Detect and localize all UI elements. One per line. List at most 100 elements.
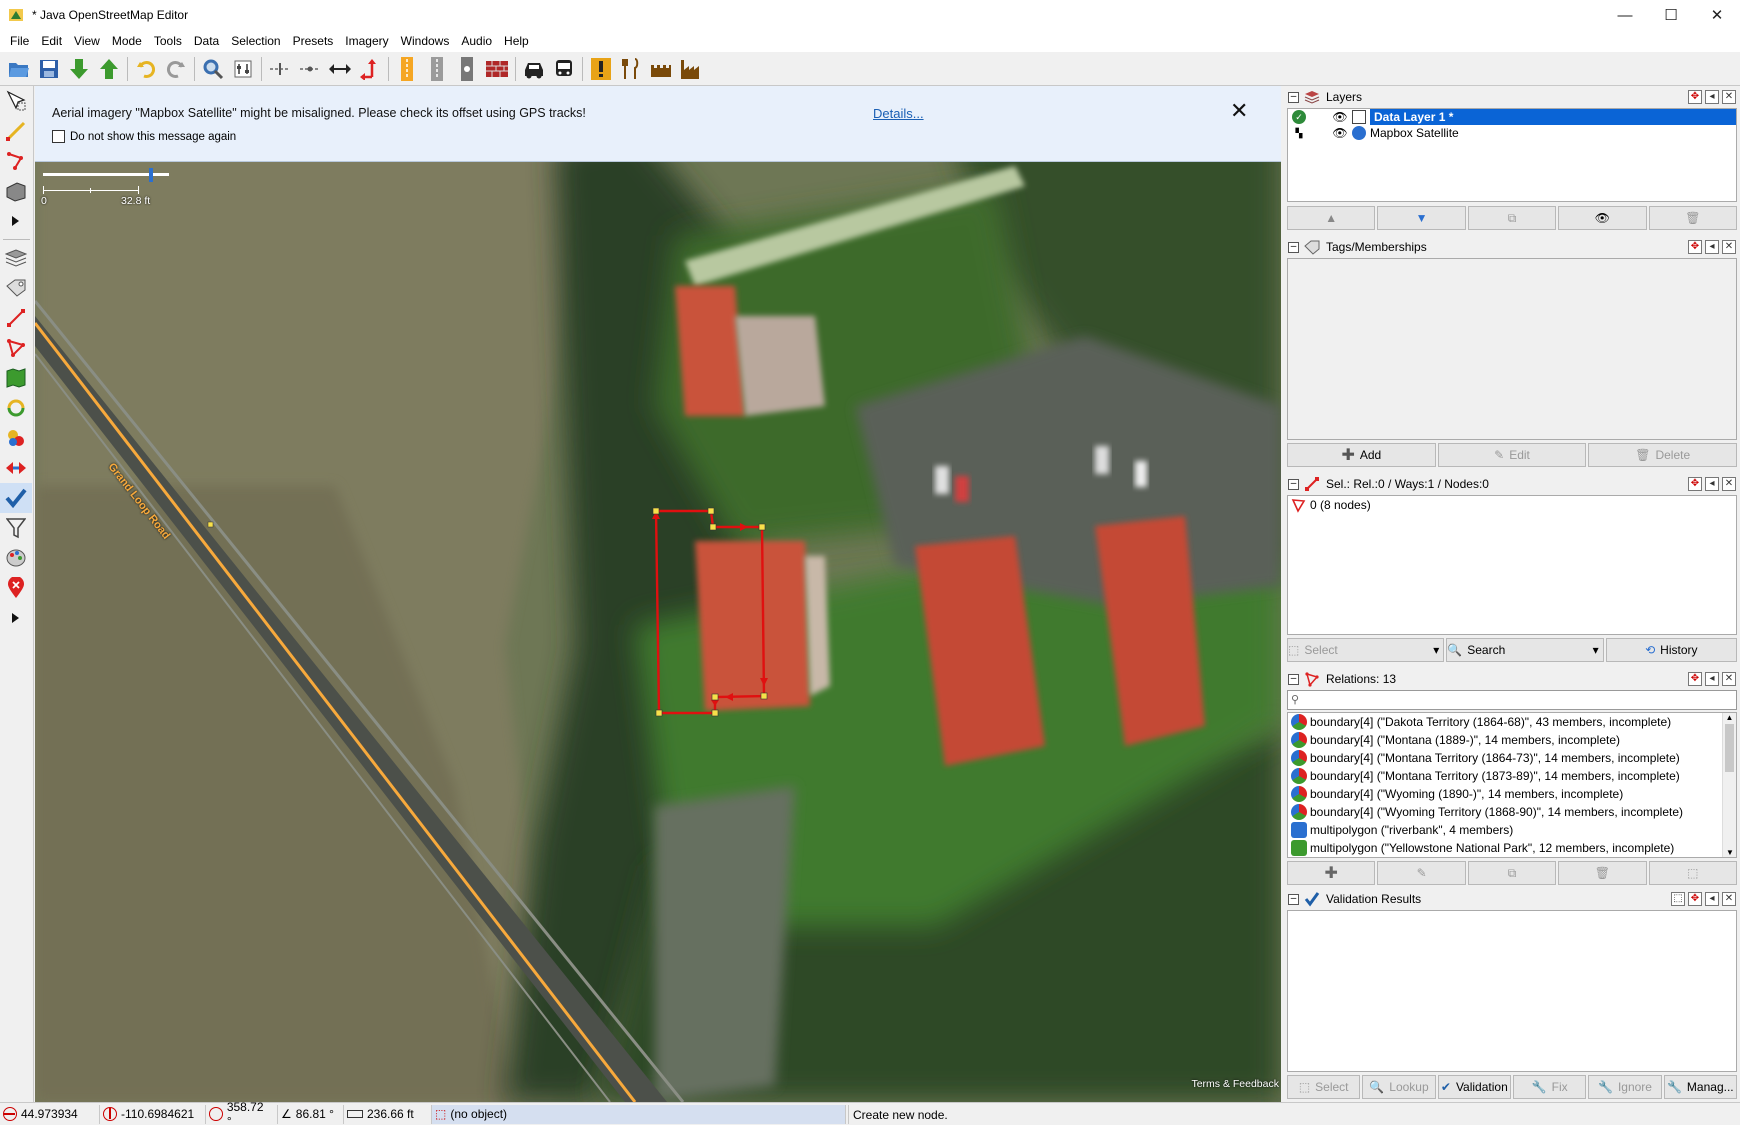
relation-row[interactable]: boundary[4] ("Montana Territory (1864-73… (1288, 749, 1736, 767)
menu-file[interactable]: File (4, 30, 35, 52)
upload-icon[interactable] (94, 54, 124, 84)
zoom-icon[interactable] (198, 54, 228, 84)
toggle-notes-icon[interactable] (0, 573, 32, 603)
add-tag-button[interactable]: ✚ Add (1287, 443, 1436, 467)
select-relation-icon[interactable]: ⬚ (1648, 861, 1738, 885)
ignore-button[interactable]: 🔧 Ignore (1588, 1075, 1662, 1099)
delete-relation-icon[interactable]: 🗑 (1558, 861, 1647, 885)
minimize-dialog-icon[interactable]: ◂ (1705, 672, 1719, 686)
preset-bus-icon[interactable] (549, 54, 579, 84)
save-icon[interactable] (34, 54, 64, 84)
menu-mode[interactable]: Mode (106, 30, 148, 52)
visibility-eye-icon[interactable]: 👁 (1332, 126, 1348, 140)
satellite-imagery[interactable] (35, 86, 1281, 1102)
detach-icon[interactable]: ✥ (1688, 90, 1702, 104)
close-dialog-icon[interactable]: ✕ (1722, 90, 1736, 104)
history-button[interactable]: ⟲ History (1605, 638, 1737, 662)
expand-modes-icon[interactable] (0, 206, 32, 236)
menu-tools[interactable]: Tools (148, 30, 188, 52)
details-link[interactable]: Details... (873, 106, 924, 121)
combine-way-icon[interactable] (295, 54, 325, 84)
relation-row[interactable]: boundary[4] ("Wyoming Territory (1868-90… (1288, 803, 1736, 821)
relation-row[interactable]: boundary[4] ("Montana (1889-)", 14 membe… (1288, 731, 1736, 749)
layer-name-mapbox[interactable]: Mapbox Satellite (1370, 126, 1459, 140)
preset-path-icon[interactable] (452, 54, 482, 84)
preset-highway-icon[interactable] (392, 54, 422, 84)
collapse-icon[interactable]: – (1288, 893, 1299, 905)
preset-historic-icon[interactable] (646, 54, 676, 84)
select-button[interactable]: ⬚ Select ▾ (1287, 638, 1445, 662)
menu-audio[interactable]: Audio (455, 30, 498, 52)
toggle-map-paint-icon[interactable] (0, 363, 32, 393)
delete-layer-icon[interactable]: 🗑 (1648, 206, 1738, 230)
validation-title-bar[interactable]: – Validation Results ⬚ ✥ ◂ ✕ (1284, 888, 1740, 910)
select-mode-icon[interactable] (0, 86, 32, 116)
close-dialog-icon[interactable]: ✕ (1722, 477, 1736, 491)
layer-row-mapbox[interactable]: ▚ 👁 Mapbox Satellite (1288, 125, 1736, 141)
notice-close-button[interactable]: ✕ (1230, 100, 1248, 122)
draw-mode-icon[interactable] (0, 116, 32, 146)
open-file-icon[interactable] (4, 54, 34, 84)
collapse-icon[interactable]: – (1288, 241, 1299, 253)
menu-windows[interactable]: Windows (395, 30, 456, 52)
preset-wall-icon[interactable] (482, 54, 512, 84)
undo-icon[interactable] (131, 54, 161, 84)
close-dialog-icon[interactable]: ✕ (1722, 240, 1736, 254)
toggle-styles-icon[interactable] (0, 543, 32, 573)
zoom-slider[interactable] (43, 168, 169, 182)
delete-tag-button[interactable]: 🗑 Delete (1588, 443, 1738, 467)
lookup-button[interactable]: 🔍 Lookup (1362, 1075, 1436, 1099)
manage-button[interactable]: 🔧 Manag... (1663, 1075, 1737, 1099)
toggle-conflict-icon[interactable] (0, 393, 32, 423)
minimize-dialog-icon[interactable]: ◂ (1705, 477, 1719, 491)
search-button[interactable]: 🔍 Search ▾ (1446, 638, 1604, 662)
move-layer-down-icon[interactable]: ▼ (1377, 206, 1466, 230)
minimize-button[interactable]: — (1602, 0, 1648, 30)
relation-row[interactable]: boundary[4] ("Dakota Territory (1864-68)… (1288, 713, 1736, 731)
toggle-tags-icon[interactable] (0, 273, 32, 303)
validation-select-button[interactable]: ⬚ Select (1287, 1075, 1361, 1099)
visibility-eye-icon[interactable]: 👁 (1332, 110, 1348, 124)
duplicate-relation-icon[interactable]: ⧉ (1467, 861, 1557, 885)
minimize-dialog-icon[interactable]: ◂ (1705, 240, 1719, 254)
close-dialog-icon[interactable]: ✕ (1722, 892, 1736, 906)
validation-button[interactable]: ✔ Validation (1437, 1075, 1511, 1099)
edit-tag-button[interactable]: ✎ Edit (1437, 443, 1587, 467)
move-layer-up-icon[interactable]: ▲ (1287, 206, 1376, 230)
detach-icon[interactable]: ✥ (1688, 892, 1702, 906)
toggle-layers-icon[interactable] (0, 243, 32, 273)
download-icon[interactable] (64, 54, 94, 84)
detach-icon[interactable]: ✥ (1688, 672, 1702, 686)
menu-presets[interactable]: Presets (287, 30, 340, 52)
relation-row[interactable]: boundary[4] ("Montana Territory (1873-89… (1288, 767, 1736, 785)
improve-way-icon[interactable] (0, 146, 32, 176)
selection-item[interactable]: 0 (8 nodes) (1288, 496, 1736, 514)
close-dialog-icon[interactable]: ✕ (1722, 672, 1736, 686)
dropdown-icon[interactable]: ▾ (1433, 643, 1439, 657)
menu-help[interactable]: Help (498, 30, 535, 52)
preferences-icon[interactable] (228, 54, 258, 84)
maximize-button[interactable]: ☐ (1648, 0, 1694, 30)
layer-name-data[interactable]: Data Layer 1 * (1370, 109, 1736, 125)
toggle-filter-icon[interactable] (0, 423, 32, 453)
close-window-button[interactable]: ✕ (1694, 0, 1740, 30)
map-view[interactable]: Grand Loop Road 0 32.8 ft Aerial imagery… (35, 86, 1281, 1102)
tags-title-bar[interactable]: – Tags/Memberships ✥ ◂ ✕ (1284, 236, 1740, 258)
toggle-selection-icon[interactable] (0, 303, 32, 333)
collapse-icon[interactable]: – (1288, 91, 1299, 103)
do-not-show-checkbox[interactable] (52, 130, 65, 143)
menu-view[interactable]: View (68, 30, 106, 52)
toggle-validation-icon[interactable] (0, 483, 32, 513)
add-relation-icon[interactable]: ✚ (1287, 861, 1376, 885)
preset-car-icon[interactable] (519, 54, 549, 84)
redo-icon[interactable] (161, 54, 191, 84)
detach-icon[interactable]: ✥ (1688, 240, 1702, 254)
detach-icon[interactable]: ✥ (1688, 477, 1702, 491)
settings-icon[interactable]: ⬚ (1671, 892, 1685, 906)
dropdown-icon[interactable]: ▾ (1593, 643, 1599, 657)
layers-title-bar[interactable]: – Layers ✥ ◂ ✕ (1284, 86, 1740, 108)
toggle-relations-icon[interactable] (0, 333, 32, 363)
minimize-dialog-icon[interactable]: ◂ (1705, 892, 1719, 906)
relations-title-bar[interactable]: – Relations: 13 ✥ ◂ ✕ (1284, 668, 1740, 690)
relation-row[interactable]: multipolygon ("Yellowstone National Park… (1288, 839, 1736, 857)
